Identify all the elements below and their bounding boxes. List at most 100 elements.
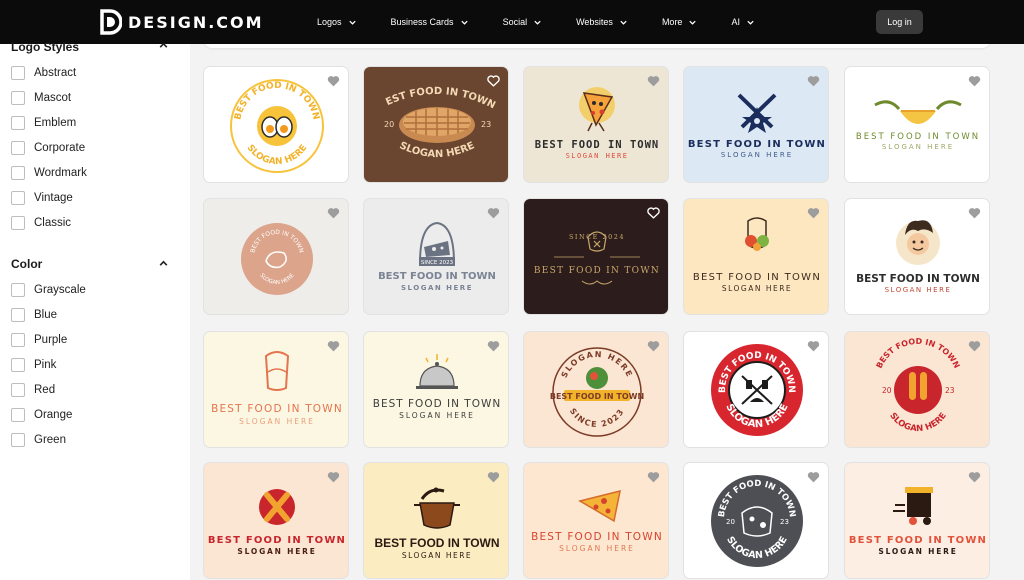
filter-mascot[interactable]: Mascot xyxy=(11,91,71,105)
logo-card[interactable]: BEST FOOD IN TOWN SLOGAN HERE xyxy=(203,462,349,579)
checkbox[interactable] xyxy=(11,141,25,155)
heart-icon[interactable] xyxy=(968,340,981,352)
logo-card[interactable]: BEST FOOD IN TOWN 20 23 SLOGAN HERE xyxy=(683,462,829,579)
filter-label: Purple xyxy=(34,334,68,346)
filter-label: Green xyxy=(34,434,66,446)
logo-card[interactable]: BEST FOOD IN TOWN SLOGAN HERE xyxy=(844,462,990,579)
checkbox[interactable] xyxy=(11,308,25,322)
logo-card[interactable]: BEST FOOD IN TOWN SLOGAN HERE xyxy=(683,198,829,315)
filter-grayscale[interactable]: Grayscale xyxy=(11,283,86,297)
chevron-down-icon xyxy=(747,20,754,25)
logo-year-right: 23 xyxy=(945,386,955,395)
heart-icon[interactable] xyxy=(327,471,340,483)
heart-icon[interactable] xyxy=(327,75,340,87)
nav-logos[interactable]: Logos xyxy=(317,17,357,27)
logo-card[interactable]: SINCE 2023 BEST FOOD IN TOWN SLOGAN HERE xyxy=(363,198,509,315)
nav-ai[interactable]: AI xyxy=(731,17,755,27)
filter-abstract[interactable]: Abstract xyxy=(11,66,76,80)
filter-purple[interactable]: Purple xyxy=(11,333,67,347)
nav-social[interactable]: Social xyxy=(503,17,543,27)
svg-text:BEST FOOD IN TOWN: BEST FOOD IN TOWN xyxy=(875,337,962,370)
checkbox[interactable] xyxy=(11,433,25,447)
logo-name: BEST FOOD IN TOWN xyxy=(856,273,980,285)
heart-icon[interactable] xyxy=(487,75,500,87)
color-heading: Color xyxy=(11,257,43,271)
checkbox[interactable] xyxy=(11,333,25,347)
logo-card[interactable]: SINCE 2024 BEST FOOD IN TOWN xyxy=(523,198,669,315)
logo-card[interactable]: BEST FOOD IN TOWN SLOGAN HERE xyxy=(844,198,990,315)
logo-slogan: SLOGAN HERE xyxy=(885,286,952,294)
checkbox[interactable] xyxy=(11,383,25,397)
heart-icon[interactable] xyxy=(807,75,820,87)
logo-card[interactable]: BEST FOOD IN TOWN SLOGAN HERE xyxy=(844,66,990,183)
heart-icon[interactable] xyxy=(968,471,981,483)
filter-label: Emblem xyxy=(34,117,77,129)
filter-classic[interactable]: Classic xyxy=(11,216,71,230)
logo-card[interactable]: BEST FOOD IN TOWN SLOGAN HERE xyxy=(523,462,669,579)
filter-label: Grayscale xyxy=(34,284,86,296)
filter-emblem[interactable]: Emblem xyxy=(11,116,76,130)
checkbox[interactable] xyxy=(11,191,25,205)
checkbox[interactable] xyxy=(11,216,25,230)
checkbox[interactable] xyxy=(11,91,25,105)
logo-card[interactable]: BEST FOOD IN TOWN SLOGAN HERE xyxy=(683,331,829,448)
chevron-up-icon[interactable] xyxy=(158,40,169,51)
heart-icon[interactable] xyxy=(807,207,820,219)
filter-label: Mascot xyxy=(34,92,72,104)
nav-business-cards[interactable]: Business Cards xyxy=(391,17,469,27)
filter-red[interactable]: Red xyxy=(11,383,55,397)
chevron-up-icon[interactable] xyxy=(158,258,169,269)
logo-name: BEST FOOD IN TOWN xyxy=(688,139,826,150)
logo-card[interactable]: BEST FOOD IN TOWN 20 23 SLOGAN HERE xyxy=(363,66,509,183)
heart-icon[interactable] xyxy=(807,471,820,483)
logo-card[interactable]: BEST FOOD IN TOWN SLOGAN HERE xyxy=(363,462,509,579)
filter-green[interactable]: Green xyxy=(11,433,66,447)
heart-icon[interactable] xyxy=(647,471,660,483)
logo-card[interactable]: BEST FOOD IN TOWN SLOGAN HERE xyxy=(363,331,509,448)
logo-card[interactable]: BEST FOOD IN TOWN SLOGAN HERE xyxy=(683,66,829,183)
filter-vintage[interactable]: Vintage xyxy=(11,191,73,205)
logo-card[interactable]: BEST FOOD IN TOWN SLOGAN HERE xyxy=(203,198,349,315)
heart-icon[interactable] xyxy=(647,340,660,352)
logo-card[interactable]: BEST FOOD IN TOWN SLOGAN HERE xyxy=(203,331,349,448)
heart-icon[interactable] xyxy=(327,207,340,219)
heart-icon[interactable] xyxy=(647,75,660,87)
logo-card[interactable]: BEST FOOD IN TOWN SLOGAN HERE xyxy=(523,66,669,183)
logo-card[interactable]: SLOGAN HERE BEST FOOD IN TOWN SINCE 2023 xyxy=(523,331,669,448)
heart-icon[interactable] xyxy=(968,207,981,219)
checkbox[interactable] xyxy=(11,116,25,130)
checkbox[interactable] xyxy=(11,66,25,80)
nav-label: Business Cards xyxy=(390,17,454,27)
nav-websites[interactable]: Websites xyxy=(576,17,628,27)
heart-icon[interactable] xyxy=(968,75,981,87)
logo-card[interactable]: BEST FOOD IN TOWN 20 23 SLOGAN HERE xyxy=(844,331,990,448)
checkbox[interactable] xyxy=(11,358,25,372)
checkbox[interactable] xyxy=(11,408,25,422)
logo-slogan: SLOGAN HERE xyxy=(402,551,472,560)
logo-year-left: 20 xyxy=(882,386,892,395)
filter-label: Blue xyxy=(34,309,58,321)
logo-card[interactable]: BEST FOOD IN TOWN SLOGAN HERE xyxy=(203,66,349,183)
heart-icon[interactable] xyxy=(647,207,660,219)
nav-more[interactable]: More xyxy=(662,17,698,27)
heart-icon[interactable] xyxy=(327,340,340,352)
filter-orange[interactable]: Orange xyxy=(11,408,72,422)
brand-logo[interactable]: DESIGN.COM xyxy=(100,9,264,35)
filter-blue[interactable]: Blue xyxy=(11,308,57,322)
filter-pink[interactable]: Pink xyxy=(11,358,56,372)
chevron-down-icon xyxy=(460,20,468,25)
logo-since: SINCE 2024 xyxy=(569,233,625,241)
heart-icon[interactable] xyxy=(487,471,500,483)
heart-icon[interactable] xyxy=(487,340,500,352)
checkbox[interactable] xyxy=(11,283,25,297)
filter-wordmark[interactable]: Wordmark xyxy=(11,166,87,180)
logo-name: BEST FOOD IN TOWN xyxy=(534,266,660,276)
logo-slogan: SLOGAN HERE xyxy=(878,547,957,556)
logo-arc-text: BEST FOOD IN TOWN xyxy=(875,337,962,370)
checkbox[interactable] xyxy=(11,166,25,180)
login-button[interactable]: Log in xyxy=(876,10,923,34)
heart-icon[interactable] xyxy=(807,340,820,352)
filter-corporate[interactable]: Corporate xyxy=(11,141,85,155)
nav-label: Websites xyxy=(576,17,613,27)
heart-icon[interactable] xyxy=(487,207,500,219)
